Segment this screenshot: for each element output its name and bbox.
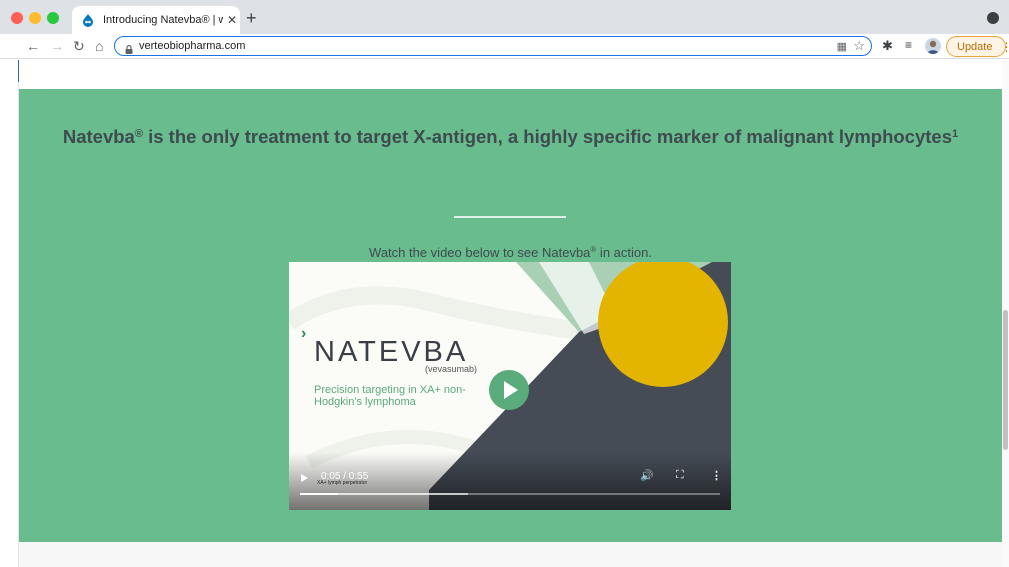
video-player[interactable]: › NATEVBA (vevasumab) Precision targetin… [289,262,731,510]
window-maximize-button[interactable] [47,12,59,24]
reload-icon[interactable]: ↻ [73,36,85,56]
headline-divider [454,216,566,218]
page-scrollbar[interactable] [1002,60,1009,567]
brand-chevron-icon: › [301,325,307,342]
video-progress-bar[interactable] [300,493,720,495]
lock-icon[interactable] [125,41,133,54]
tab-search-icon[interactable] [987,12,999,24]
brand-generic-name: (vevasumab) [425,364,478,374]
volume-icon[interactable]: 🔊 [640,469,654,482]
drupal-drop-icon [81,13,95,27]
avatar[interactable] [925,38,941,54]
update-label: Update [957,40,993,53]
hero-section: Natevba® is the only treatment to target… [19,89,1002,542]
window-close-button[interactable] [11,12,23,24]
scrollbar-thumb[interactable] [1003,310,1008,450]
next-section-preview [19,542,1002,567]
video-controls: 0:05 / 0:55 XA+ lymph perpetrator 🔊 ⛶ ⋮ [289,452,731,510]
url-text[interactable]: verteobiopharma.com [139,40,245,52]
play-icon[interactable] [301,474,308,482]
brand-tagline: Precision targeting in XA+ non-Hodgkin's… [314,384,466,408]
fullscreen-icon[interactable]: ⛶ [676,469,684,482]
browser-toolbar: ← → ↻ ⌂ verteobiopharma.com ▦ ☆ [0,34,1009,59]
extensions-icon[interactable]: ✱ [882,38,893,54]
reading-list-icon[interactable]: ≡ [905,38,912,52]
video-caption-text: XA+ lymph perpetrator [317,480,368,486]
page-viewport: Natevba® is the only treatment to target… [0,60,1009,567]
kebab-menu-icon: ⋮ [1000,39,1009,54]
page-left-border-accent [18,60,19,82]
video-play-overlay-button[interactable] [489,370,529,410]
more-options-icon[interactable]: ⋮ [711,469,722,482]
tab-title: Introducing Natevba® | wwwde [103,14,223,26]
qr-code-icon[interactable]: ▦ [837,40,847,53]
forward-icon[interactable]: → [50,36,64,56]
hero-headline: Natevba® is the only treatment to target… [62,126,959,147]
video-played-bar [300,493,339,495]
hero-subline: Watch the video below to see Natevba® in… [369,245,652,260]
browser-tab-active[interactable]: Introducing Natevba® | wwwde ✕ [72,6,240,34]
tab-strip: Introducing Natevba® | wwwde ✕ + [0,0,1009,34]
tab-close-icon[interactable]: ✕ [227,14,237,26]
back-icon[interactable]: ← [26,36,40,56]
home-icon[interactable]: ⌂ [95,36,103,56]
update-button[interactable]: Update ⋮ [946,36,1009,57]
window-minimize-button[interactable] [29,12,41,24]
address-bar[interactable]: verteobiopharma.com ▦ ☆ [114,36,872,56]
bookmark-star-icon[interactable]: ☆ [853,38,865,54]
new-tab-button[interactable]: + [246,9,257,27]
